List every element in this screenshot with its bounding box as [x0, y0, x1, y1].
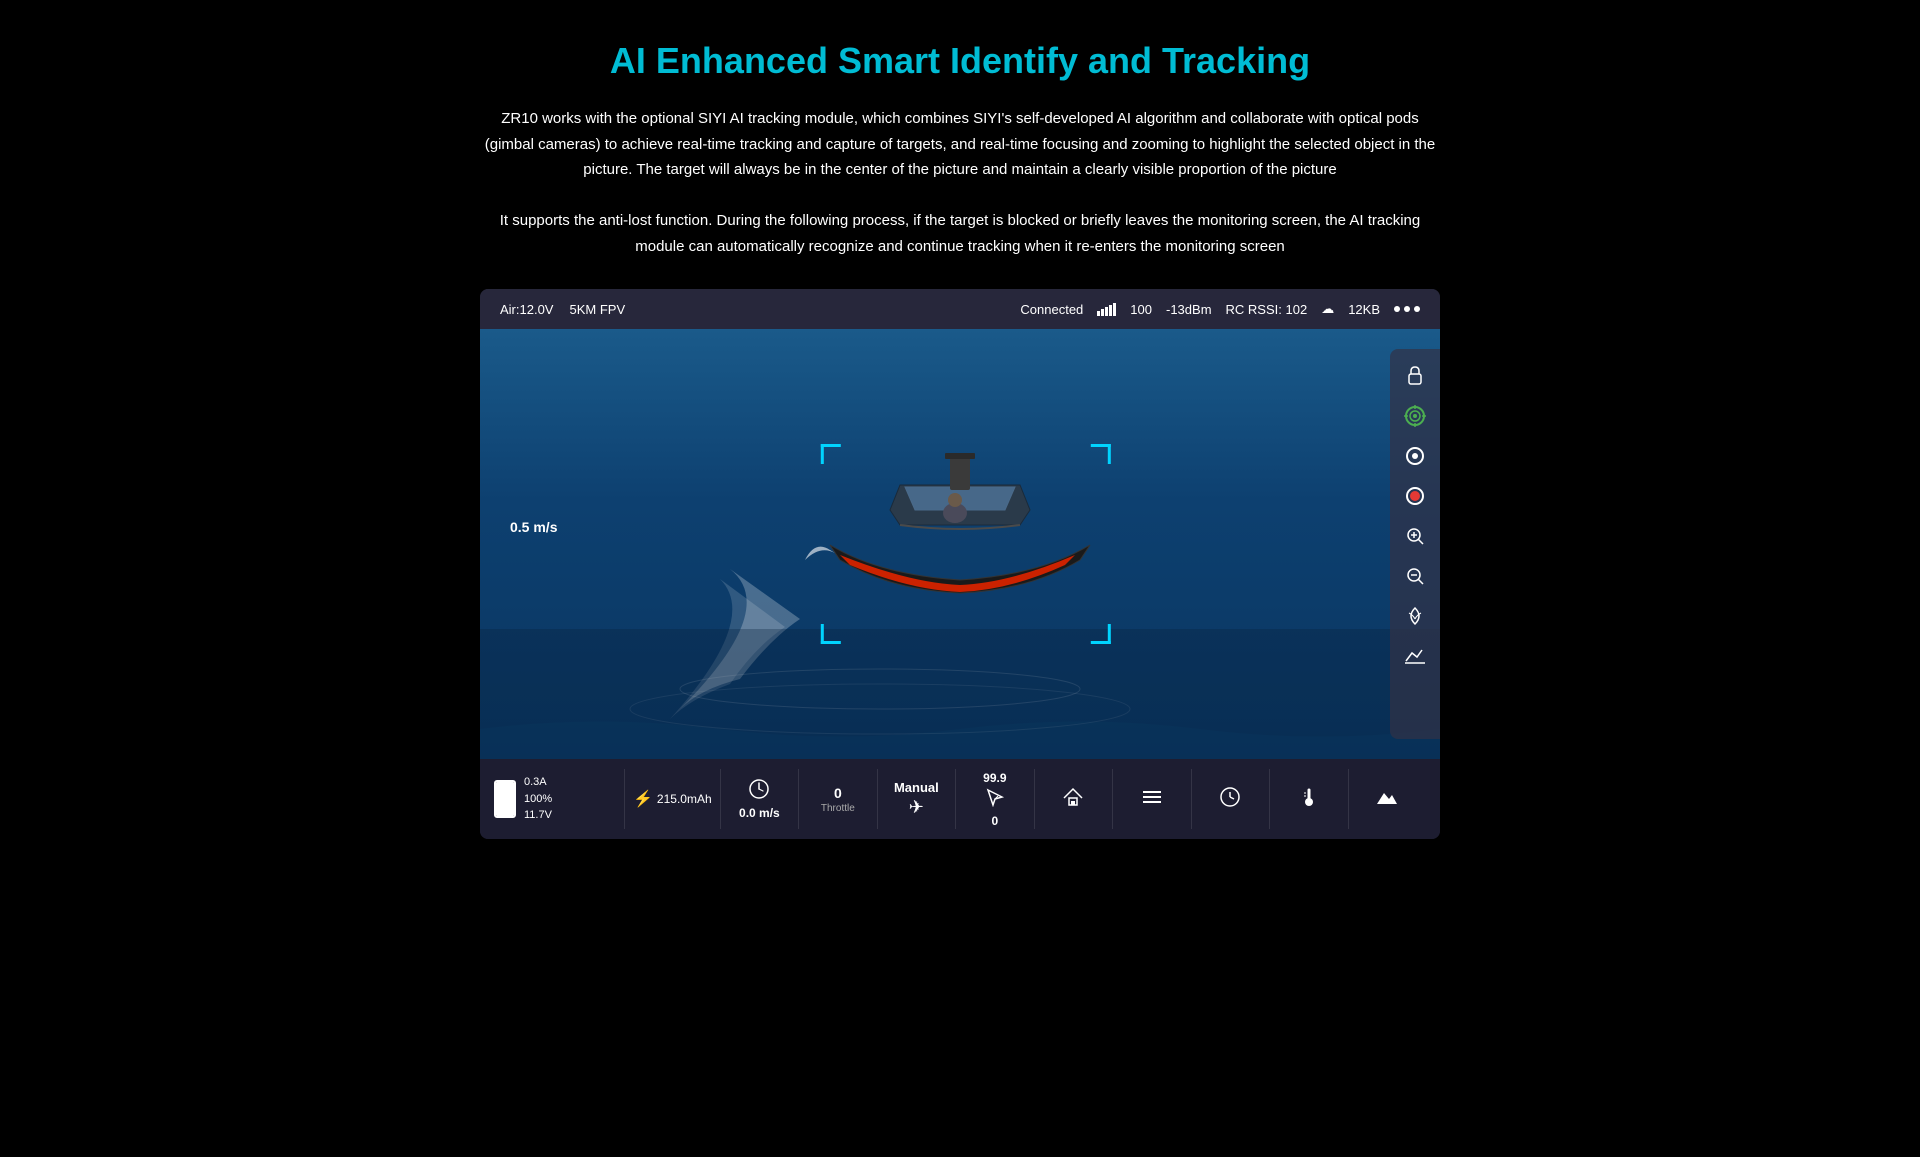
photo-icon-btn[interactable] [1398, 439, 1432, 473]
dots-menu[interactable] [1394, 306, 1420, 312]
signal-dbm: -13dBm [1166, 302, 1212, 317]
description-block: ZR10 works with the optional SIYI AI tra… [480, 106, 1440, 259]
mode-values-section: 99.9 0 [955, 769, 1033, 829]
status-right: Connected 100 -13dBm RC RSSI: 102 ☁ 12KB [1020, 301, 1420, 317]
speed-section: 0.0 m/s [720, 769, 798, 829]
throttle-label: Throttle [821, 803, 855, 814]
altitude-icon [1376, 786, 1398, 813]
clock-icon [1219, 786, 1241, 813]
connection-status: Connected [1020, 302, 1083, 317]
flight-mode: Manual [894, 780, 939, 795]
home-section[interactable] [1034, 769, 1112, 829]
macro-icon-btn[interactable] [1398, 599, 1432, 633]
status-bar: Air:12.0V 5KM FPV Connected 100 -13dBm R… [480, 289, 1440, 329]
video-area: 0.5 m/s [480, 329, 1440, 759]
right-sidebar [1390, 349, 1440, 739]
tracking-corner-bl [821, 624, 841, 644]
speed-overlay: 0.5 m/s [510, 519, 557, 535]
ai-target-icon-btn[interactable] [1398, 399, 1432, 433]
battery-voltage: 11.7V [524, 807, 552, 824]
charge-section: ⚡ 215.0mAh [624, 769, 720, 829]
zoom-out-icon-btn[interactable] [1398, 559, 1432, 593]
signal-icon [1097, 303, 1116, 316]
horizon-icon-btn[interactable] [1398, 639, 1432, 673]
fpv-range: 5KM FPV [569, 302, 625, 317]
mode-bottom-value: 0 [991, 814, 998, 828]
altitude-section[interactable] [1348, 769, 1426, 829]
bottom-bar: 0.3A 100% 11.7V ⚡ 215.0mAh 0.0 m/s [480, 759, 1440, 839]
description-para1: ZR10 works with the optional SIYI AI tra… [480, 106, 1440, 183]
battery-section: 0.3A 100% 11.7V [494, 774, 624, 824]
page-title: AI Enhanced Smart Identify and Tracking [610, 40, 1310, 82]
charge-row: ⚡ 215.0mAh [633, 789, 712, 809]
air-voltage: Air:12.0V [500, 302, 553, 317]
bars-section[interactable] [1112, 769, 1190, 829]
tracking-corner-br [1091, 624, 1111, 644]
battery-current: 0.3A [524, 774, 552, 791]
page-wrapper: AI Enhanced Smart Identify and Tracking … [0, 0, 1920, 1157]
speed-value: 0.5 m/s [510, 519, 557, 535]
battery-icon [494, 780, 516, 818]
clock-section[interactable] [1191, 769, 1269, 829]
record-icon-btn[interactable] [1398, 479, 1432, 513]
signal-strength: 100 [1130, 302, 1152, 317]
throttle-section: 0 Throttle [798, 769, 876, 829]
drone-ui-container: Air:12.0V 5KM FPV Connected 100 -13dBm R… [480, 289, 1440, 839]
lock-icon-btn[interactable] [1398, 359, 1432, 393]
throttle-value: 0 [834, 785, 842, 801]
bars-icon [1141, 786, 1163, 813]
battery-percent: 100% [524, 791, 552, 808]
tracking-corner-tl [821, 444, 841, 464]
charge-icon: ⚡ [633, 789, 653, 809]
temperature-icon [1298, 786, 1320, 813]
mode-section: Manual ✈ [877, 769, 955, 829]
battery-fill [496, 782, 514, 816]
speed-value-bottom: 0.0 m/s [739, 806, 780, 820]
gps-icon [985, 787, 1005, 812]
status-left: Air:12.0V 5KM FPV [500, 302, 625, 317]
home-icon [1062, 786, 1084, 813]
bandwidth-icon: ☁ [1321, 301, 1334, 317]
tracking-box [821, 444, 1111, 644]
charge-value: 215.0mAh [657, 792, 712, 806]
rc-rssi: RC RSSI: 102 [1226, 302, 1308, 317]
bandwidth-value: 12KB [1348, 302, 1380, 317]
tracking-corner-tr [1091, 444, 1111, 464]
speed-icon [748, 778, 770, 804]
zoom-in-icon-btn[interactable] [1398, 519, 1432, 553]
battery-stats: 0.3A 100% 11.7V [524, 774, 552, 824]
temperature-section[interactable] [1269, 769, 1347, 829]
description-para2: It supports the anti-lost function. Duri… [480, 208, 1440, 259]
mode-top-value: 99.9 [983, 771, 1006, 785]
mode-icon: ✈ [909, 797, 924, 818]
